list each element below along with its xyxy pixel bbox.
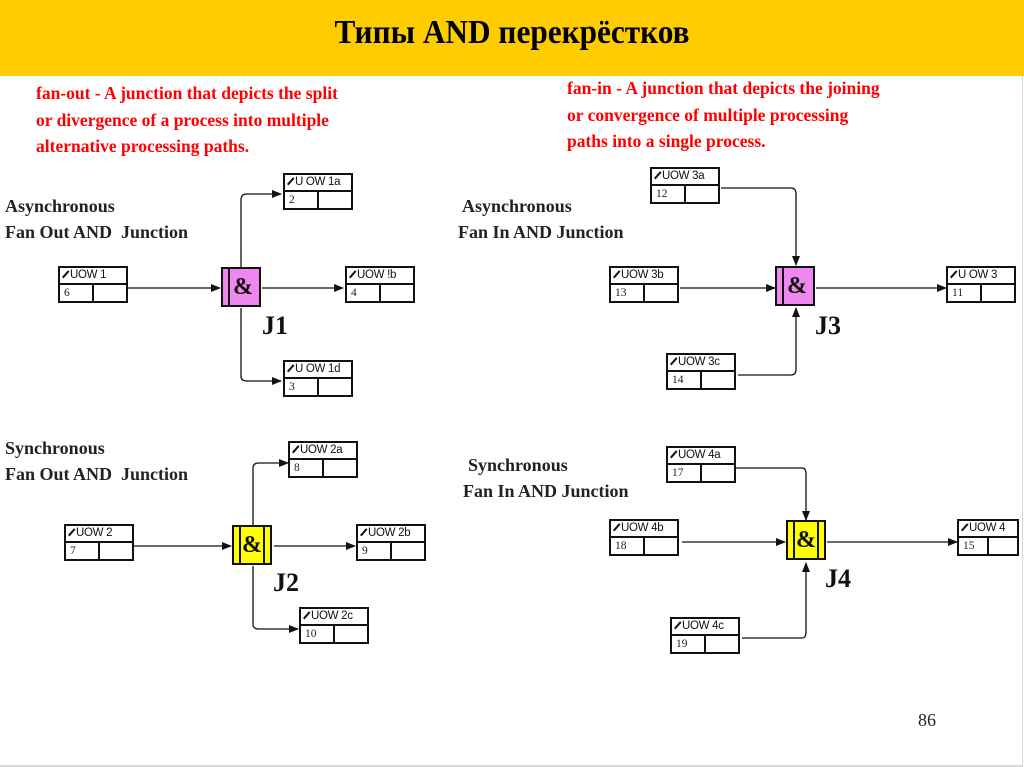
uow-empty-cell [702, 372, 734, 388]
uow-name: U OW 1d [285, 362, 351, 379]
link-uow3c-j3 [738, 307, 800, 376]
uow-box[interactable]: U OW 1a 2 [283, 173, 353, 210]
uow-name: UOW 3c [668, 355, 734, 372]
uow-number: 3 [285, 379, 319, 395]
uow-name: UOW 2a [290, 443, 356, 460]
junction-name: J1 [262, 311, 288, 340]
label-line: Fan Out AND Junction [5, 464, 189, 484]
and-symbol: & [233, 274, 253, 300]
junction-sync[interactable]: & [786, 520, 826, 560]
diagram-label-j4: Synchronous Fan In AND Junction [463, 452, 629, 504]
junction-sync[interactable]: & [232, 525, 272, 565]
uow-number: 2 [285, 192, 319, 208]
uow-name: UOW 4c [672, 619, 738, 636]
uow-empty-cell [706, 636, 738, 652]
uow-name: U OW 1a [285, 175, 351, 192]
connector-layer [120, 187, 958, 639]
uow-empty-cell [100, 543, 132, 559]
uow-empty-cell [319, 192, 351, 208]
uow-empty-cell [381, 285, 413, 301]
diagram-label-j1: Asynchronous Fan Out AND Junction [5, 193, 188, 245]
uow-empty-cell [94, 285, 126, 301]
uow-number: 9 [358, 543, 392, 559]
junction-async[interactable]: & [775, 266, 815, 306]
uow-empty-cell [392, 543, 424, 559]
uow-number: 18 [611, 538, 645, 554]
uow-number: 10 [301, 626, 335, 642]
uow-name: UOW 2b [358, 526, 424, 543]
junction-name: J2 [273, 568, 299, 597]
uow-number: 7 [66, 543, 100, 559]
uow-box[interactable]: U OW 3 11 [946, 266, 1016, 303]
uow-number: 15 [959, 538, 989, 554]
uow-number: 19 [672, 636, 706, 652]
uow-box[interactable]: UOW 3b 13 [609, 266, 679, 303]
uow-box[interactable]: UOW 3a 12 [650, 167, 720, 204]
and-symbol: & [242, 532, 262, 558]
page-number: 86 [918, 710, 936, 730]
and-symbol: & [787, 273, 807, 299]
uow-box[interactable]: U OW 1d 3 [283, 360, 353, 397]
uow-empty-cell [645, 285, 677, 301]
uow-number: 14 [668, 372, 702, 388]
uow-name: U OW 3 [948, 268, 1014, 285]
uow-box[interactable]: UOW 4a 17 [666, 446, 736, 483]
uow-number: 8 [290, 460, 324, 476]
uow-box[interactable]: UOW 4b 18 [609, 519, 679, 556]
label-line: Asynchronous [5, 196, 115, 216]
link-uow3a-j3 [721, 187, 800, 266]
uow-name: UOW 4a [668, 448, 734, 465]
and-symbol: & [796, 527, 816, 553]
uow-box[interactable]: UOW 2a 8 [288, 441, 358, 478]
label-line: Fan Out AND Junction [5, 222, 189, 242]
uow-box[interactable]: UOW 4c 19 [670, 617, 740, 654]
uow-empty-cell [982, 285, 1014, 301]
uow-number: 11 [948, 285, 982, 301]
junction-name: J4 [825, 564, 851, 593]
uow-empty-cell [319, 379, 351, 395]
label-line: Fan In AND Junction [458, 222, 624, 242]
link-j1-uow1a [240, 190, 282, 268]
uow-name: UOW 3b [611, 268, 677, 285]
label-line: Fan In AND Junction [463, 481, 629, 501]
uow-box[interactable]: UOW 2c 10 [299, 607, 369, 644]
uow-number: 4 [347, 285, 381, 301]
link-uow4a-j4 [736, 467, 810, 521]
uow-empty-cell [335, 626, 367, 642]
uow-empty-cell [686, 186, 718, 202]
uow-name: UOW 2 [66, 526, 132, 543]
junction-async[interactable]: & [221, 267, 261, 307]
diagram-label-j3: Asynchronous Fan In AND Junction [458, 193, 624, 245]
uow-box[interactable]: UOW 4 15 [957, 519, 1019, 556]
uow-number: 17 [668, 465, 702, 481]
link-uow4c-j4 [742, 562, 810, 639]
uow-box[interactable]: UOW 2b 9 [356, 524, 426, 561]
uow-number: 6 [60, 285, 94, 301]
uow-number: 12 [652, 186, 686, 202]
uow-empty-cell [645, 538, 677, 554]
uow-empty-cell [702, 465, 734, 481]
uow-name: UOW 4b [611, 521, 677, 538]
uow-name: UOW !b [347, 268, 413, 285]
uow-box[interactable]: UOW 2 7 [64, 524, 134, 561]
diagram-label-j2: Synchronous Fan Out AND Junction [5, 435, 188, 487]
link-j2-uow2a [252, 459, 289, 526]
uow-name: UOW 1 [60, 268, 126, 285]
uow-name: UOW 3a [652, 169, 718, 186]
junction-name: J3 [815, 311, 841, 340]
uow-box[interactable]: UOW !b 4 [345, 266, 415, 303]
uow-empty-cell [993, 538, 1017, 554]
label-line: Synchronous [468, 455, 568, 475]
label-line: Synchronous [5, 438, 105, 458]
uow-number: 13 [611, 285, 645, 301]
uow-box[interactable]: UOW 3c 14 [666, 353, 736, 390]
uow-box[interactable]: UOW 1 6 [58, 266, 128, 303]
uow-name: UOW 2c [301, 609, 367, 626]
uow-empty-cell [324, 460, 356, 476]
label-line: Asynchronous [462, 196, 572, 216]
